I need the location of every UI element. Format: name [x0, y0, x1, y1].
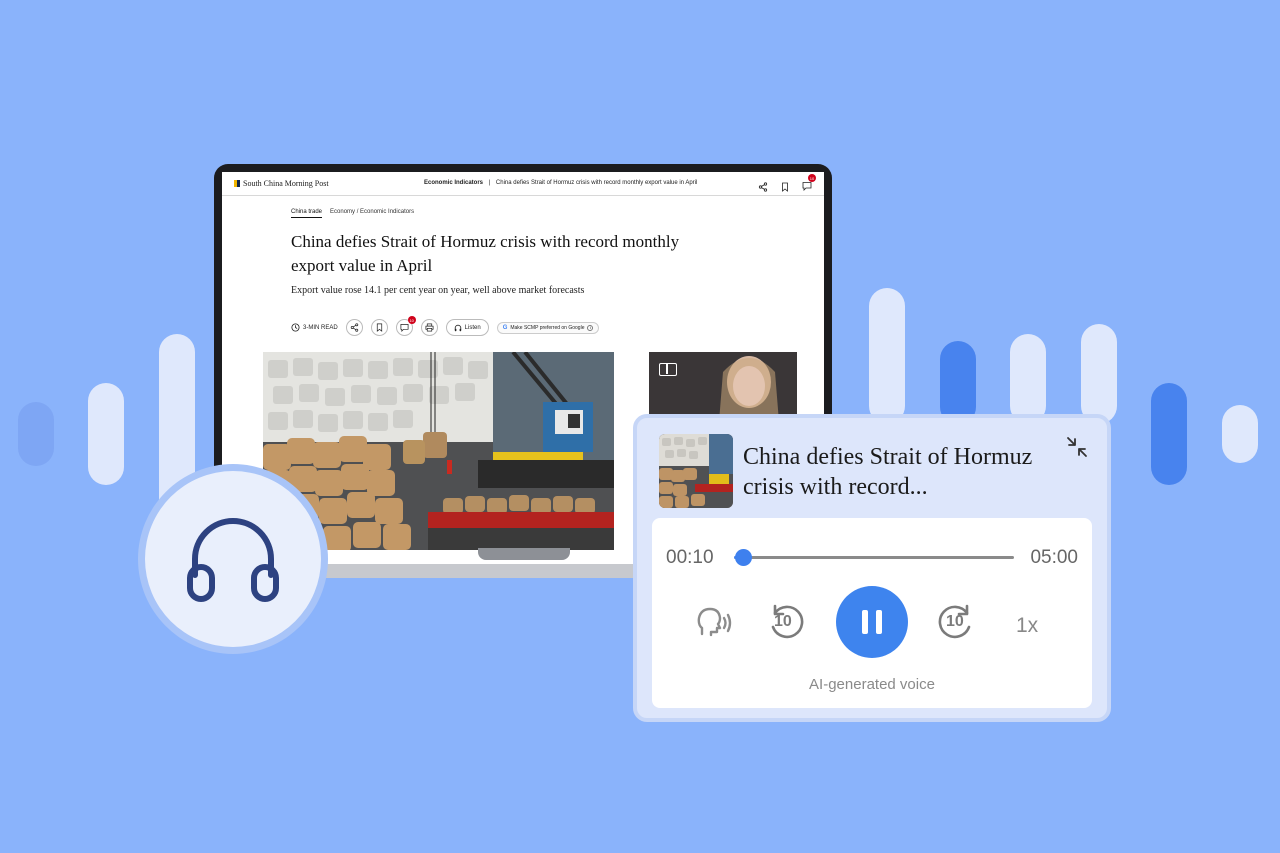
player-title: China defies Strait of Hormuz crisis wit… — [743, 444, 1033, 500]
logo-text: South China Morning Post — [243, 179, 329, 188]
read-time: 3-MIN READ — [291, 323, 338, 332]
voice-button[interactable] — [692, 602, 736, 646]
comments-button[interactable]: 10 — [395, 316, 416, 336]
speed-button[interactable]: 1x — [1016, 614, 1038, 638]
pause-icon — [862, 610, 882, 634]
comment-count-badge: 10 — [407, 316, 416, 324]
header-title: China defies Strait of Hormuz crisis wit… — [495, 180, 698, 186]
forward-10-label: 10 — [946, 613, 964, 630]
share-button[interactable] — [345, 319, 363, 336]
site-logo[interactable]: South China Morning Post — [234, 179, 329, 188]
header-actions: 10 — [758, 174, 816, 196]
share-icon — [350, 323, 358, 332]
article-breadcrumb[interactable]: Economy / Economic Indicators — [330, 209, 414, 218]
progress-knob[interactable] — [735, 549, 753, 566]
headphones-badge — [145, 471, 321, 647]
current-time: 00:10 — [666, 547, 714, 568]
sidebar-video[interactable] — [649, 352, 797, 422]
logo-mark — [234, 180, 240, 187]
voice-icon — [697, 607, 732, 637]
player-controls-panel: 00:10 05:00 10 10 1x AI-generated voice — [652, 518, 1092, 708]
wave-bar — [869, 288, 905, 424]
listen-button[interactable]: Listen — [445, 319, 489, 336]
headphones-icon — [454, 324, 461, 331]
headphones-icon — [187, 518, 279, 602]
site-header: South China Morning Post Economic Indica… — [222, 172, 824, 196]
comment-icon — [802, 182, 812, 191]
clock-icon — [291, 323, 300, 332]
header-section[interactable]: Economic Indicators — [424, 180, 483, 186]
collapse-icon[interactable] — [1064, 434, 1090, 460]
rewind-10-button[interactable]: 10 — [764, 600, 808, 644]
wave-bar — [940, 341, 976, 425]
info-icon: i — [587, 324, 594, 331]
comment-icon — [400, 323, 409, 332]
share-icon[interactable] — [758, 182, 768, 192]
google-pref-label: Make SCMP preferred on Google — [510, 324, 585, 331]
comment-count-badge: 10 — [808, 174, 816, 182]
wave-bar — [1010, 334, 1046, 424]
article-headline: China defies Strait of Hormuz crisis wit… — [291, 232, 680, 275]
wave-bar — [1222, 405, 1258, 463]
wave-bar — [18, 402, 54, 466]
google-icon: G — [502, 324, 508, 331]
total-time: 05:00 — [1030, 547, 1078, 568]
listen-label: Listen — [464, 324, 481, 331]
article-toolbar: 3-MIN READ 10 Listen G Make SCMP preferr… — [291, 316, 600, 336]
audio-player: China defies Strait of Hormuz crisis wit… — [633, 414, 1111, 722]
bookmark-icon[interactable] — [780, 182, 790, 192]
header-separator: | — [488, 180, 491, 186]
progress-track[interactable] — [734, 549, 1014, 566]
comment-button[interactable]: 10 — [802, 174, 816, 196]
split-view-icon[interactable] — [659, 363, 677, 376]
ai-voice-label: AI-generated voice — [809, 676, 935, 693]
tag-china-trade[interactable]: China trade — [291, 209, 323, 218]
wave-bar — [1081, 324, 1117, 424]
forward-10-button[interactable]: 10 — [934, 600, 978, 644]
print-icon — [425, 323, 434, 332]
article-tags: China trade Economy / Economic Indicator… — [291, 209, 414, 218]
article-standfirst: Export value rose 14.1 per cent year on … — [291, 285, 585, 296]
pause-button[interactable] — [836, 586, 908, 658]
thumbnail-image — [659, 434, 733, 508]
laptop-notch — [478, 548, 570, 560]
bookmark-icon — [376, 323, 382, 332]
google-preferred-button[interactable]: G Make SCMP preferred on Google i — [496, 321, 600, 334]
print-button[interactable] — [420, 319, 438, 336]
wave-bar — [88, 383, 124, 485]
wave-bar — [1151, 383, 1187, 485]
player-thumbnail — [659, 434, 733, 508]
read-time-label: 3-MIN READ — [303, 324, 338, 331]
header-breadcrumb: Economic Indicators | China defies Strai… — [424, 180, 697, 186]
rewind-10-label: 10 — [774, 613, 792, 630]
bookmark-button[interactable] — [370, 319, 388, 336]
